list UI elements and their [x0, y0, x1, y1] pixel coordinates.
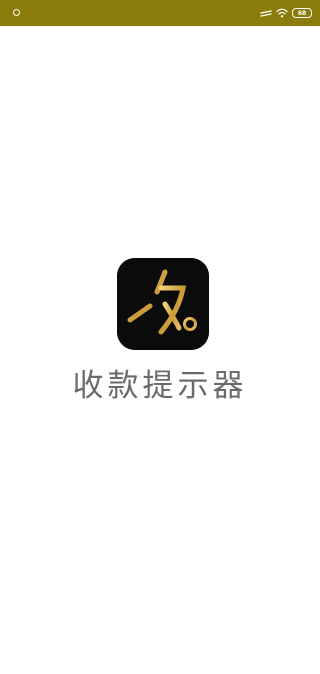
battery-icon: 68 — [292, 8, 312, 18]
signal-icon — [260, 10, 272, 17]
app-name: 收款提示器 — [72, 368, 248, 404]
wifi-icon — [276, 8, 288, 18]
splash-screen: 68 收款提示器 — [0, 0, 320, 674]
shou-logo-icon — [117, 258, 209, 350]
status-bar: 68 — [0, 0, 320, 26]
notification-dot-icon — [13, 9, 20, 16]
status-icons: 68 — [260, 6, 312, 20]
app-logo — [117, 258, 209, 350]
battery-level: 68 — [297, 9, 307, 17]
